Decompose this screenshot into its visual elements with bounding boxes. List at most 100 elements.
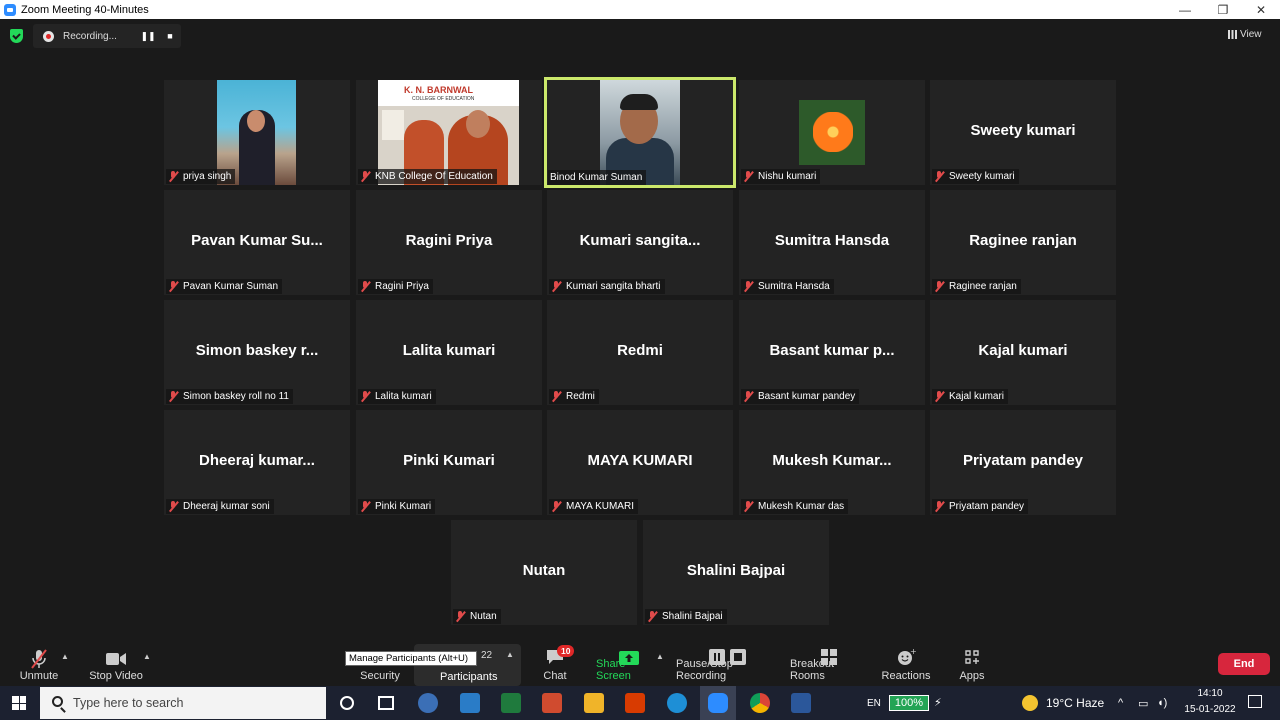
stop-video-button[interactable]: Stop Video [86, 640, 146, 686]
muted-mic-icon [360, 281, 371, 292]
participant-name-caption: Nutan [453, 609, 501, 624]
participants-label: Participants [440, 671, 498, 683]
power-plug-icon: ⚡ [934, 697, 942, 709]
apps-label: Apps [959, 670, 985, 682]
reactions-button[interactable]: + Reactions [880, 640, 932, 686]
file-explorer-icon[interactable] [584, 693, 604, 713]
muted-mic-icon [360, 391, 371, 402]
participant-display-name: Shalini Bajpai [686, 562, 786, 579]
participant-name-caption: Sumitra Hansda [741, 279, 834, 294]
participant-tile[interactable]: Sweety kumari Sweety kumari [930, 80, 1116, 185]
muted-mic-icon [455, 611, 466, 622]
task-view-icon[interactable] [378, 696, 394, 710]
participant-tile[interactable]: Shalini Bajpai Shalini Bajpai [643, 520, 829, 625]
muted-mic-icon [743, 171, 754, 182]
muted-mic-icon [934, 391, 945, 402]
participant-name-caption: Sweety kumari [932, 169, 1019, 184]
participant-tile[interactable]: Raginee ranjan Raginee ranjan [930, 190, 1116, 295]
app-icon-4[interactable] [542, 693, 562, 713]
windows-start-icon[interactable] [12, 696, 26, 710]
participant-display-name: Kumari sangita... [579, 232, 701, 249]
muted-mic-icon [551, 391, 562, 402]
apps-button[interactable]: Apps [950, 640, 994, 686]
encryption-shield-icon[interactable] [10, 29, 23, 43]
language-indicator[interactable]: EN [867, 686, 881, 720]
app-icon-1[interactable] [418, 693, 438, 713]
tray-chevron-icon[interactable]: ^ [1118, 686, 1123, 720]
participant-tile[interactable]: Redmi Redmi [547, 300, 733, 405]
participant-tile[interactable]: Pavan Kumar Su... Pavan Kumar Suman [164, 190, 350, 295]
grid-icon [1228, 29, 1237, 39]
clock-time[interactable]: 14:10 [1180, 688, 1240, 699]
weather-text[interactable]: 19°C Haze [1046, 686, 1104, 720]
excel-icon[interactable] [501, 693, 521, 713]
minimize-button[interactable]: — [1166, 3, 1204, 17]
volume-icon[interactable]: ◖) [1157, 686, 1167, 720]
participant-name-caption: Shalini Bajpai [645, 609, 727, 624]
video-options-caret-icon[interactable]: ▲ [143, 652, 151, 661]
participant-tile[interactable]: Simon baskey r... Simon baskey roll no 1… [164, 300, 350, 405]
participant-tile[interactable]: MAYA KUMARI MAYA KUMARI [547, 410, 733, 515]
clock-date[interactable]: 15-01-2022 [1180, 704, 1240, 715]
participant-name-caption: MAYA KUMARI [549, 499, 638, 514]
edge-icon[interactable] [667, 693, 687, 713]
recording-label: Recording... [63, 30, 117, 42]
zoom-icon[interactable] [708, 693, 728, 713]
audio-options-caret-icon[interactable]: ▲ [61, 652, 69, 661]
video-camera-icon [106, 653, 126, 665]
word-icon[interactable] [791, 693, 811, 713]
participant-tile[interactable]: Mukesh Kumar... Mukesh Kumar das [739, 410, 925, 515]
stop-recording-button[interactable]: ■ [159, 31, 181, 41]
close-button[interactable]: ✕ [1242, 3, 1280, 17]
participant-tile[interactable]: priya singh [164, 80, 350, 185]
unmute-button[interactable]: Unmute [14, 640, 64, 686]
participant-tile[interactable]: Priyatam pandey Priyatam pandey [930, 410, 1116, 515]
participant-tile[interactable]: Basant kumar p... Basant kumar pandey [739, 300, 925, 405]
reactions-smiley-icon: + [898, 648, 916, 665]
notifications-icon[interactable] [1248, 695, 1262, 708]
participant-profile-picture [799, 100, 865, 165]
pause-stop-recording-button[interactable]: Pause/Stop Recording [676, 640, 780, 686]
participant-display-name: Priyatam pandey [962, 452, 1084, 469]
network-icon[interactable]: ▭ [1138, 686, 1148, 720]
breakout-rooms-button[interactable]: Breakout Rooms [790, 640, 868, 686]
pause-recording-button[interactable]: ❚❚ [137, 31, 159, 42]
participant-tile-active-speaker[interactable]: Binod Kumar Suman [544, 77, 736, 188]
view-button[interactable]: View [1228, 25, 1274, 43]
participant-tile[interactable]: Kajal kumari Kajal kumari [930, 300, 1116, 405]
battery-indicator: 100% [889, 695, 929, 711]
participant-name-caption: priya singh [166, 169, 236, 184]
participant-tile[interactable]: Pinki Kumari Pinki Kumari [356, 410, 542, 515]
muted-mic-icon [168, 501, 179, 512]
participants-caret-icon[interactable]: ▲ [506, 650, 514, 659]
search-placeholder: Type here to search [73, 696, 184, 710]
chrome-icon[interactable] [750, 693, 770, 713]
maximize-button[interactable]: ❐ [1204, 3, 1242, 17]
reactions-label: Reactions [881, 670, 931, 682]
participant-tile[interactable]: K. N. BARNWAL COLLEGE OF EDUCATION KNB C… [356, 80, 542, 185]
participant-display-name: Raginee ranjan [969, 232, 1077, 249]
share-screen-button[interactable]: Share Screen [596, 640, 662, 686]
pause-stop-icon [709, 649, 746, 665]
participant-tile[interactable]: Sumitra Hansda Sumitra Hansda [739, 190, 925, 295]
participant-name-caption: Redmi [549, 389, 599, 404]
share-options-caret-icon[interactable]: ▲ [656, 652, 664, 661]
end-meeting-button[interactable]: End [1218, 653, 1270, 675]
participant-tile[interactable]: Lalita kumari Lalita kumari [356, 300, 542, 405]
participant-name-caption: Mukesh Kumar das [741, 499, 849, 514]
participant-tile[interactable]: Dheeraj kumar... Dheeraj kumar soni [164, 410, 350, 515]
participant-tile[interactable]: Ragini Priya Ragini Priya [356, 190, 542, 295]
cortana-icon[interactable] [340, 696, 354, 710]
participant-display-name: Dheeraj kumar... [199, 452, 315, 469]
recording-indicator: Recording... ❚❚ ■ [33, 24, 181, 48]
office-icon[interactable] [625, 693, 645, 713]
taskbar-search-input[interactable]: Type here to search [40, 687, 326, 719]
store-icon[interactable] [460, 693, 480, 713]
muted-mic-icon [647, 611, 658, 622]
participant-tile[interactable]: Nishu kumari [739, 80, 925, 185]
participant-tile[interactable]: Nutan Nutan [451, 520, 637, 625]
participant-name-caption: Basant kumar pandey [741, 389, 860, 404]
participant-display-name: Nutan [522, 562, 566, 579]
chat-unread-badge: 10 [557, 645, 575, 657]
participant-tile[interactable]: Kumari sangita... Kumari sangita bharti [547, 190, 733, 295]
